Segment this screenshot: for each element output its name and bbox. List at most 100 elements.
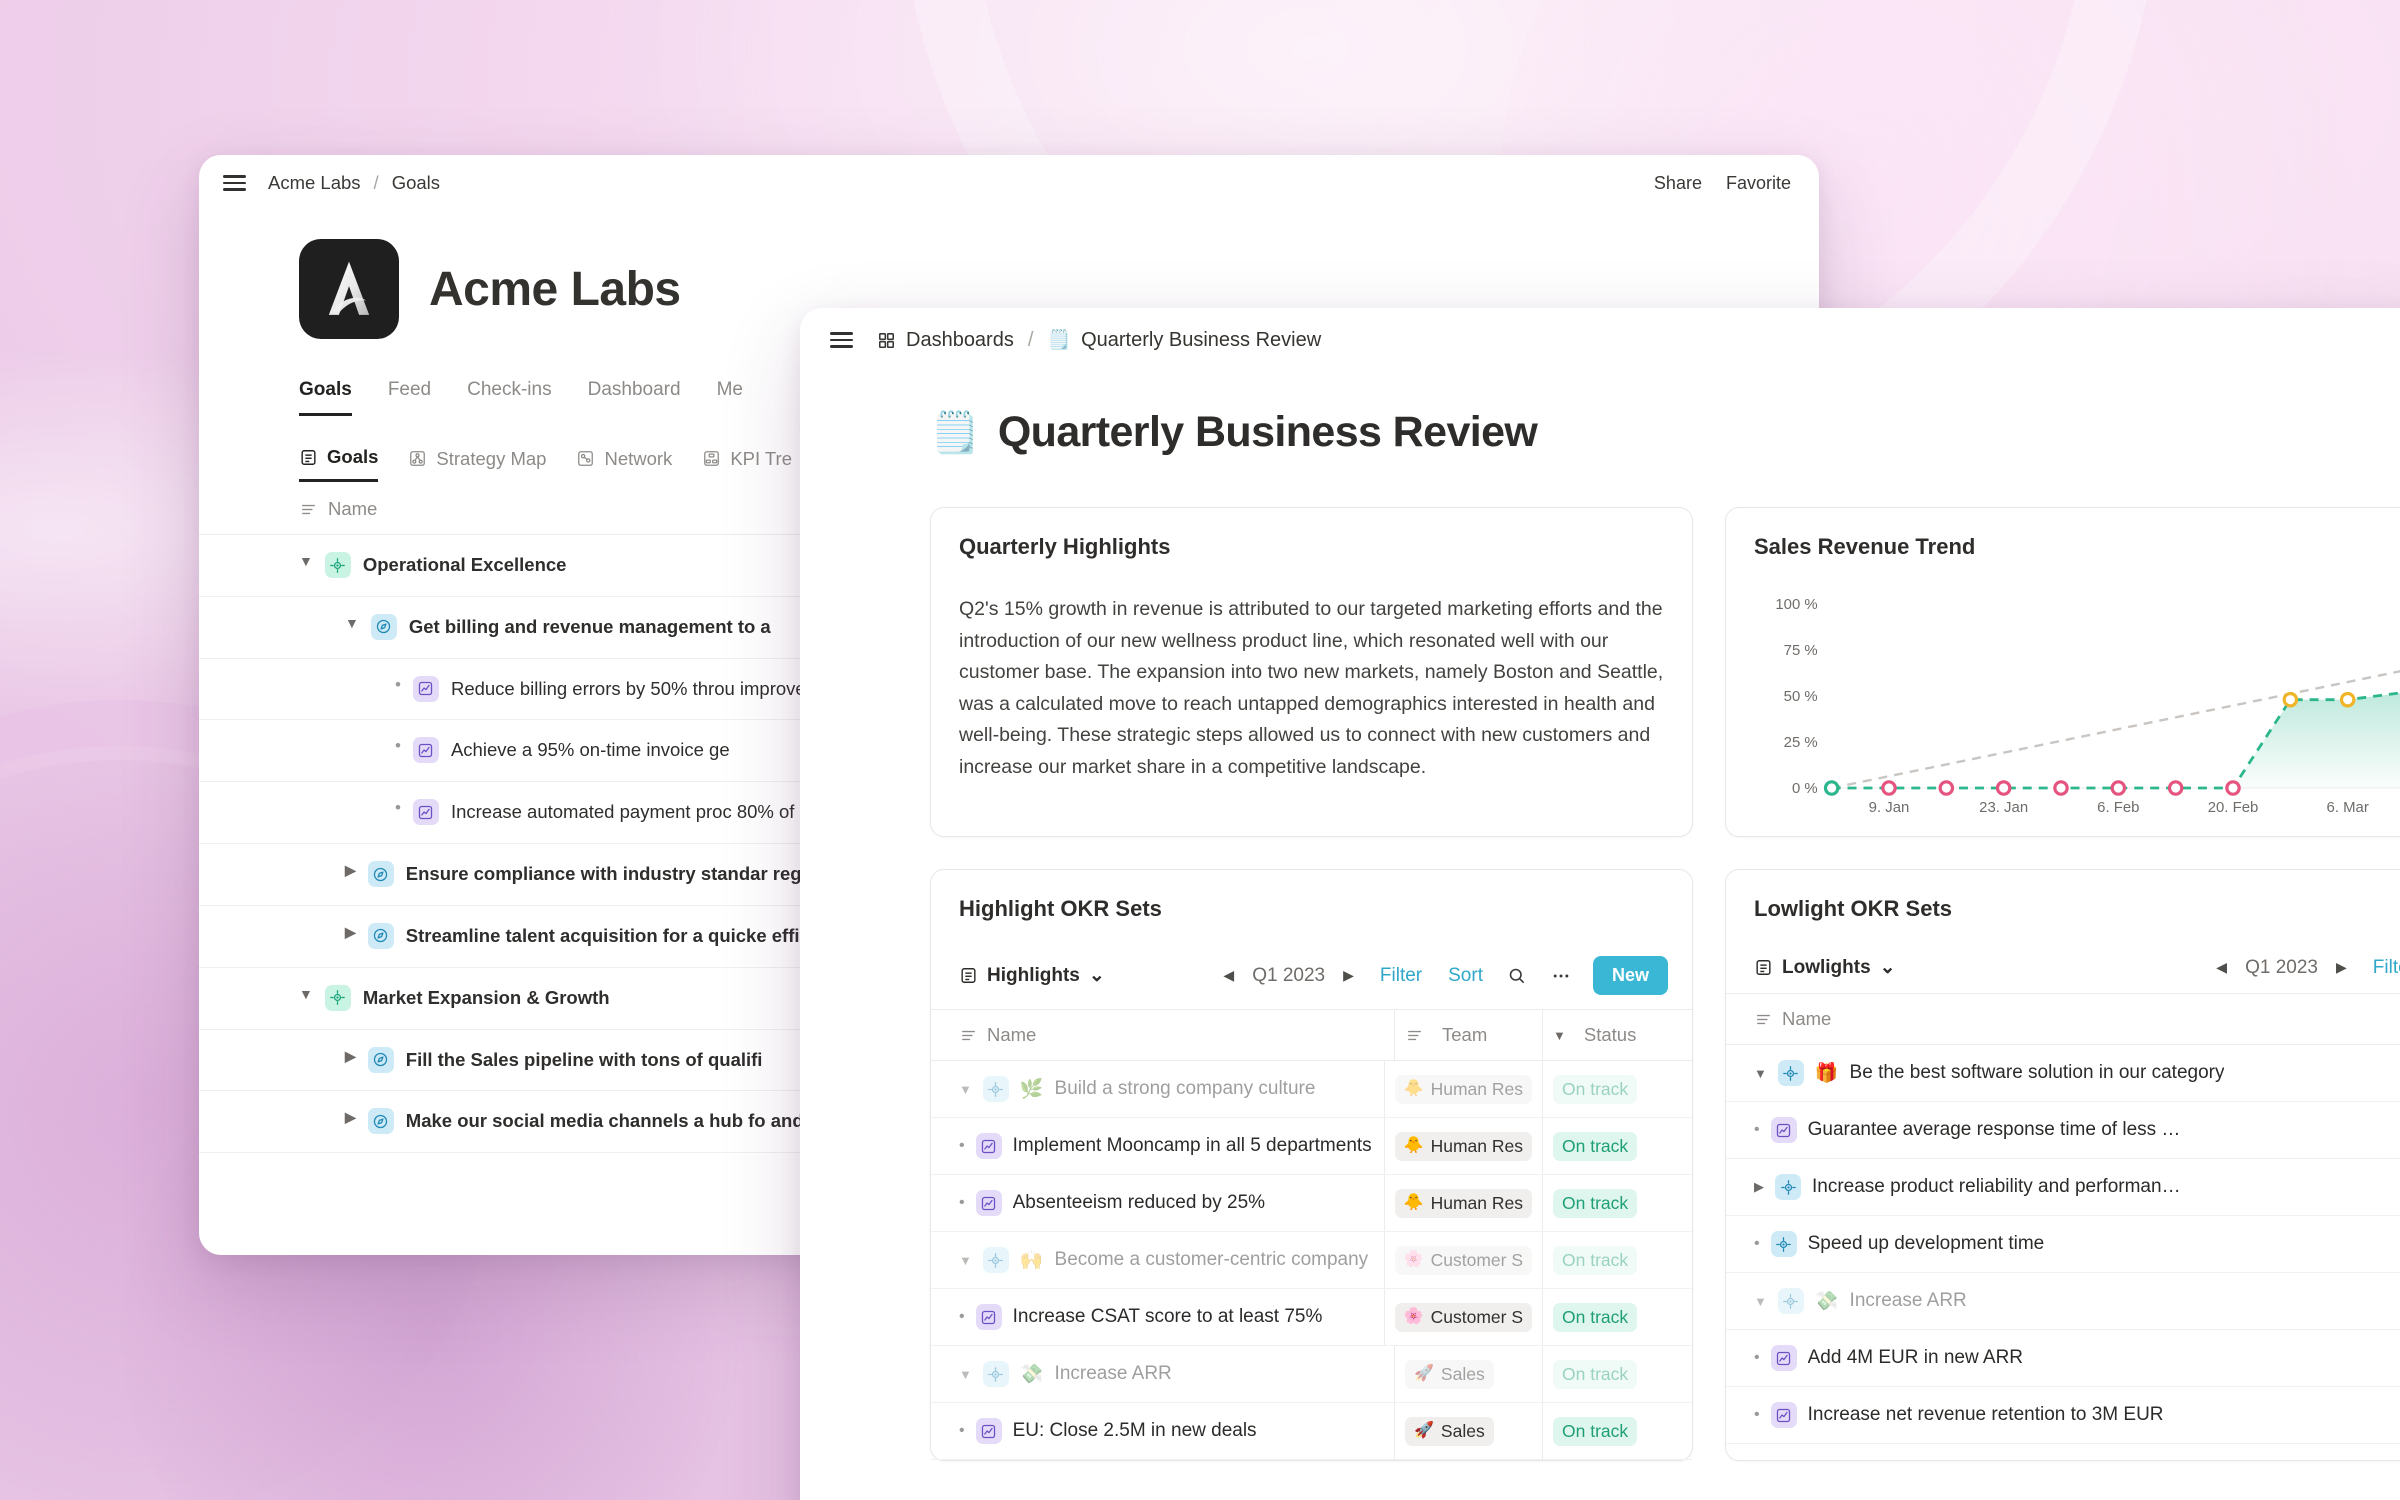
cell-status[interactable]: On track [1542, 1175, 1692, 1231]
hamburger-icon[interactable] [830, 332, 853, 348]
favorite-button[interactable]: Favorite [1726, 173, 1791, 194]
team-label: Sales [1440, 1420, 1485, 1441]
cell-name[interactable]: ▼ 🎁 Be the best software solution in our c… [1726, 1045, 2400, 1101]
target-icon [1770, 1231, 1797, 1257]
table-header-row: Name [1726, 994, 2400, 1045]
cell-status[interactable]: On track [1542, 1061, 1692, 1117]
cell-team[interactable]: 🐥 Human Res [1383, 1118, 1542, 1174]
breadcrumb-root[interactable]: Acme Labs [268, 172, 361, 194]
subtab-kpi-tree[interactable]: KPI Tre [702, 448, 792, 481]
column-name[interactable]: Name [931, 1010, 1394, 1060]
breadcrumb-dashboards[interactable]: Dashboards [877, 329, 1014, 352]
column-status[interactable]: ▼ Status [1542, 1010, 1692, 1060]
cell-name[interactable]: • Guarantee average response time of less… [1726, 1102, 2400, 1158]
table-row[interactable]: • Increase CSAT score to at least 75% 🌸 Cus… [931, 1289, 1692, 1346]
tab-me[interactable]: Me [717, 379, 743, 416]
hamburger-icon[interactable] [223, 175, 246, 191]
tab-dashboard[interactable]: Dashboard [588, 379, 681, 416]
twisty-right-icon[interactable]: ▶ [345, 861, 356, 881]
twisty-right-icon[interactable]: ▶ [345, 1108, 356, 1128]
cell-name[interactable]: • Increase CSAT score to at least 75% [931, 1289, 1384, 1345]
cell-team[interactable]: 🚀 Sales [1394, 1403, 1542, 1459]
filter-button[interactable]: Filter [2373, 957, 2400, 979]
table-row[interactable]: • Increase net revenue retention to 3M EU… [1726, 1387, 2400, 1444]
table-row[interactable]: • EU: Close 2.5M in new deals 🚀 Sales On tra… [931, 1403, 1692, 1460]
twisty-right-icon[interactable]: ▶ [1754, 1179, 1764, 1195]
prev-period-button[interactable]: ◀ [1223, 967, 1234, 984]
team-emoji-icon: 🌸 [1403, 1308, 1424, 1325]
twisty-down-icon[interactable]: ▼ [299, 552, 313, 572]
cell-status[interactable]: On track [1542, 1232, 1692, 1288]
cell-name[interactable]: ▼ 💸 Increase ARR [1726, 1273, 2400, 1329]
cell-team[interactable]: 🌸 Customer S [1383, 1232, 1542, 1288]
sales-revenue-trend-chart[interactable]: 0 % 25 % 50 % 75 % 100 % 9. Jan 23. Jan 6. Feb 2… [1754, 590, 2400, 822]
tab-goals[interactable]: Goals [299, 379, 352, 416]
bullet-icon: • [1754, 1121, 1760, 1138]
twisty-right-icon[interactable]: ▶ [345, 1047, 356, 1067]
cell-team[interactable]: 🚀 Sales [1394, 1346, 1542, 1402]
twisty-right-icon[interactable]: ▶ [345, 923, 356, 943]
twisty-down-icon[interactable]: ▼ [345, 614, 359, 634]
new-button[interactable]: New [1592, 956, 1668, 995]
table-row[interactable]: ▼ 🌿 Build a strong company culture 🐥 Human R… [931, 1061, 1692, 1118]
breadcrumb-current[interactable]: Goals [392, 172, 440, 194]
cell-name[interactable]: • Speed up development time [1726, 1216, 2400, 1272]
cell-team[interactable]: 🐥 Human Res [1383, 1175, 1542, 1231]
goal-row-label: Fill the Sales pipeline with tons of qua… [405, 1048, 763, 1070]
table-row[interactable]: • Speed up development time [1726, 1216, 2400, 1273]
table-row[interactable]: • Guarantee average response time of less… [1726, 1102, 2400, 1159]
search-icon[interactable] [1507, 966, 1527, 986]
cell-name[interactable]: • Increase net revenue retention to 3M EU… [1726, 1387, 2400, 1443]
table-row[interactable]: ▼ 🎁 Be the best software solution in our c… [1726, 1045, 2400, 1102]
team-chip: 🌸 Customer S [1394, 1245, 1532, 1275]
highlight-view-selector[interactable]: Highlights ⌄ [959, 964, 1105, 987]
tab-check-ins[interactable]: Check-ins [467, 379, 551, 416]
breadcrumb: Acme Labs / Goals [268, 172, 440, 194]
table-row[interactable]: • Absenteeism reduced by 25% 🐥 Human Res On … [931, 1175, 1692, 1232]
filter-button[interactable]: Filter [1380, 965, 1422, 987]
table-row[interactable]: ▼ 💸 Increase ARR [1726, 1273, 2400, 1330]
cell-name[interactable]: • Absenteeism reduced by 25% [931, 1175, 1384, 1231]
table-row[interactable]: • Add 4M EUR in new ARR [1726, 1330, 2400, 1387]
twisty-down-icon[interactable]: ▼ [959, 1253, 972, 1268]
cell-team[interactable]: 🌸 Customer S [1383, 1289, 1542, 1345]
bullet-icon: • [395, 674, 401, 694]
cell-status[interactable]: On track [1542, 1118, 1692, 1174]
twisty-down-icon[interactable]: ▼ [959, 1367, 972, 1382]
next-period-button[interactable]: ▶ [1343, 967, 1354, 984]
cell-name[interactable]: • EU: Close 2.5M in new deals [931, 1403, 1394, 1459]
more-horizontal-icon[interactable] [1551, 966, 1571, 986]
share-button[interactable]: Share [1654, 173, 1702, 194]
table-row[interactable]: ▶ Increase product reliability and perfor… [1726, 1159, 2400, 1216]
cell-name[interactable]: • Implement Mooncamp in all 5 departments [931, 1118, 1384, 1174]
subtab-strategy-map[interactable]: Strategy Map [408, 448, 546, 481]
cell-status[interactable]: On track [1542, 1289, 1692, 1345]
tab-feed[interactable]: Feed [388, 379, 431, 416]
lowlight-period-nav: ◀ Q1 2023 ▶ [2216, 957, 2346, 979]
cell-team[interactable]: 🐥 Human Res [1383, 1061, 1542, 1117]
cell-name[interactable]: ▼ 🙌 Become a customer-centric company [931, 1232, 1384, 1288]
cell-name[interactable]: • Add 4M EUR in new ARR [1726, 1330, 2400, 1386]
breadcrumb-current[interactable]: 🗒️ Quarterly Business Review [1047, 329, 1321, 352]
twisty-down-icon[interactable]: ▼ [299, 985, 313, 1005]
column-name[interactable]: Name [1726, 994, 2400, 1044]
column-team[interactable]: Team [1394, 1010, 1542, 1060]
next-period-button[interactable]: ▶ [2336, 959, 2347, 976]
twisty-down-icon[interactable]: ▼ [959, 1082, 972, 1097]
cell-name[interactable]: ▶ Increase product reliability and perfor… [1726, 1159, 2400, 1215]
twisty-down-icon[interactable]: ▼ [1754, 1066, 1767, 1081]
cell-status[interactable]: On track [1542, 1403, 1692, 1459]
cell-status[interactable]: On track [1542, 1346, 1692, 1402]
twisty-down-icon[interactable]: ▼ [1754, 1294, 1767, 1309]
quarterly-business-review-window[interactable]: Dashboards / 🗒️ Quarterly Business Revie… [800, 308, 2400, 1500]
cell-name[interactable]: ▼ 🌿 Build a strong company culture [931, 1061, 1384, 1117]
sort-button[interactable]: Sort [1448, 965, 1483, 987]
table-row[interactable]: • Implement Mooncamp in all 5 departments… [931, 1118, 1692, 1175]
subtab-network[interactable]: Network [576, 448, 672, 481]
table-row[interactable]: ▼ 🙌 Become a customer-centric company 🌸 Cust… [931, 1232, 1692, 1289]
prev-period-button[interactable]: ◀ [2216, 959, 2227, 976]
table-row[interactable]: ▼ 💸 Increase ARR 🚀 Sales On track [931, 1346, 1692, 1403]
lowlight-view-selector[interactable]: Lowlights ⌄ [1754, 956, 1896, 979]
cell-name[interactable]: ▼ 💸 Increase ARR [931, 1346, 1394, 1402]
subtab-goals[interactable]: Goals [299, 446, 379, 482]
